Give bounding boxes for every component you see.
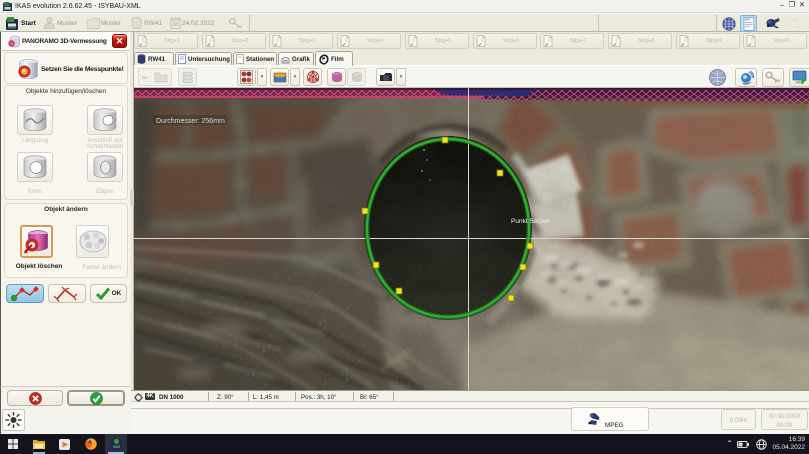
svg-text:Punkt Setzen: Punkt Setzen bbox=[511, 218, 550, 225]
svg-text:⇤: ⇤ bbox=[142, 73, 149, 82]
svg-text:Durchmesser: 256mm: Durchmesser: 256mm bbox=[156, 118, 225, 125]
svg-text:IKAS: IKAS bbox=[8, 25, 17, 29]
svg-text:IKAS: IKAS bbox=[113, 445, 120, 449]
